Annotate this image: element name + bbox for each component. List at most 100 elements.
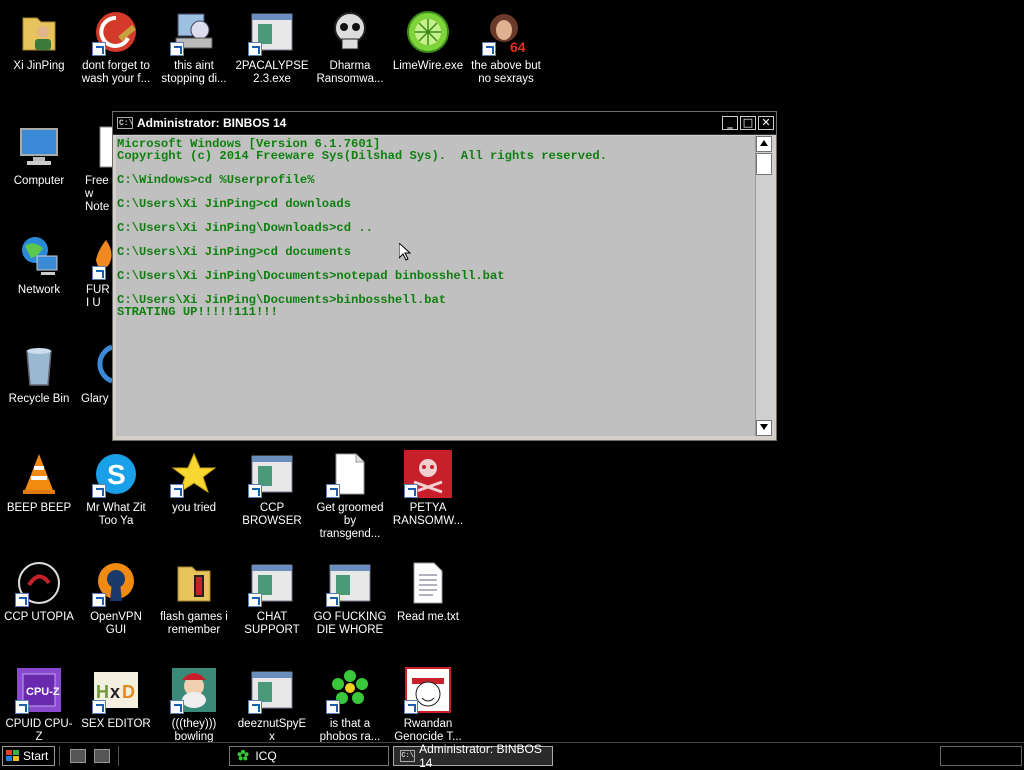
console-window[interactable]: C:\ Administrator: BINBOS 14 _ □ ✕ Micro… — [112, 111, 777, 441]
desktop-icon-label: Xi JinPing — [13, 60, 65, 72]
desktop-icon-freeware-note[interactable]: Freew Note — [78, 117, 119, 214]
maximize-button[interactable]: □ — [740, 116, 756, 130]
desktop-icon-label: deeznutSpyEx — [237, 718, 307, 743]
desktop-icon-ccleaner[interactable]: dont forget to wash your f... — [77, 2, 155, 86]
desktop-icon-read-me[interactable]: Read me.txt — [389, 553, 467, 624]
quicklaunch-explorer-icon[interactable] — [94, 748, 111, 763]
close-button[interactable]: ✕ — [758, 116, 774, 130]
console-output[interactable]: Microsoft Windows [Version 6.1.7601] Copy… — [116, 136, 756, 436]
arrow-up-icon — [760, 140, 768, 146]
desktop-icon-2pacalypse[interactable]: 2PACALYPSE 2.3.exe — [233, 2, 311, 86]
desktop-icon-label: CCP BROWSER — [242, 502, 302, 527]
taskbar-separator — [59, 745, 62, 766]
console-line: C:\Users\Xi JinPing\Documents>notepad bi… — [117, 269, 505, 283]
desktop-icon-label: CCP UTOPIA — [4, 611, 74, 623]
desktop-icon-label: PETYA RANSOMW... — [392, 502, 464, 527]
console-titlebar[interactable]: C:\ Administrator: BINBOS 14 _ □ ✕ — [113, 112, 776, 135]
shortcut-arrow-icon — [92, 266, 106, 280]
vertical-scrollbar[interactable] — [755, 136, 772, 436]
command-prompt-icon: C:\ — [117, 117, 134, 129]
desktop-icon-dharma[interactable]: Dharma Ransomwa... — [311, 2, 389, 86]
desktop-icon-label: you tried — [171, 502, 217, 514]
desktop-icon-flash-games[interactable]: flash games i remember — [155, 553, 233, 637]
svg-text:CPU-Z: CPU-Z — [26, 686, 60, 698]
desktop-icon-label: 2PACALYPSE 2.3.exe — [235, 60, 309, 85]
desktop-icon-label: Glary — [81, 393, 109, 405]
text-file-icon — [413, 562, 443, 604]
desktop-icon-limewire[interactable]: LimeWire.exe — [389, 2, 467, 73]
desktop-icon-go-die[interactable]: GO FUCKING DIE WHORE — [311, 553, 389, 637]
desktop-icon-sex-editor[interactable]: H x D SEX EDITOR — [77, 660, 155, 731]
desktop-icon-label: Network — [17, 284, 61, 296]
taskbar-separator — [118, 745, 121, 766]
desktop-icon-glary[interactable]: Glary — [78, 335, 114, 406]
shortcut-arrow-icon — [326, 700, 340, 714]
desktop-icon-ccp-utopia[interactable]: CCP UTOPIA — [0, 553, 78, 624]
network-icon — [22, 237, 58, 275]
shortcut-arrow-icon — [92, 593, 106, 607]
system-tray[interactable] — [940, 745, 1022, 766]
desktop-icon-computer[interactable]: Computer — [0, 117, 78, 188]
desktop-icon-ccp-browser[interactable]: CCP BROWSER — [233, 444, 311, 528]
svg-text:64: 64 — [510, 39, 526, 55]
desktop-icon-label: this aint stopping di... — [161, 60, 227, 85]
quicklaunch-show-desktop-icon[interactable] — [70, 748, 87, 763]
shortcut-arrow-icon — [170, 700, 184, 714]
taskbar-item-label: ICQ — [255, 748, 277, 763]
desktop-icon-cpu-z[interactable]: CPU-Z CPUID CPU-Z — [0, 660, 78, 744]
desktop: Xi JinPing dont forget to wash your f...… — [0, 0, 1024, 744]
desktop-icon-petya[interactable]: PETYA RANSOMW... — [389, 444, 467, 528]
desktop-icon-label: is that a phobos ra... — [319, 718, 381, 743]
desktop-icon-recycle-bin[interactable]: Recycle Bin — [0, 335, 78, 406]
desktop-icon-xi-jinping[interactable]: Xi JinPing — [0, 2, 78, 73]
shortcut-arrow-icon — [248, 484, 262, 498]
desktop-icon-skype[interactable]: S Mr What Zit Too Ya — [77, 444, 155, 528]
shortcut-arrow-icon — [248, 700, 262, 714]
shortcut-arrow-icon — [170, 42, 184, 56]
shortcut-arrow-icon — [248, 593, 262, 607]
scroll-down-button[interactable] — [756, 420, 772, 436]
desktop-icon-get-groomed[interactable]: Get groomed by transgend... — [311, 444, 389, 541]
desktop-icon-furi[interactable]: FURI U — [78, 226, 114, 310]
limewire-icon — [407, 11, 449, 53]
desktop-icon-no-sexrays[interactable]: 64 the above but no sexrays — [467, 2, 545, 86]
desktop-icon-phobos[interactable]: is that a phobos ra... — [311, 660, 389, 744]
taskbar: Start ICQ C:\ Administrator: BINBOS 14 — [0, 742, 1024, 770]
desktop-icon-rwandan[interactable]: Rwandan Genocide T... — [389, 660, 467, 744]
desktop-icon-network[interactable]: Network — [0, 226, 78, 297]
svg-text:S: S — [107, 459, 126, 490]
mouse-cursor-icon — [399, 243, 411, 261]
desktop-icon-label: Read me.txt — [397, 611, 459, 623]
desktop-icon-label: Recycle Bin — [8, 393, 70, 405]
desktop-icon-they-bowling[interactable]: (((they))) bowling — [155, 660, 233, 744]
user-folder-icon — [22, 17, 56, 51]
desktop-icon-chat-support[interactable]: CHAT SUPPORT — [233, 553, 311, 637]
taskbar-item-icq[interactable]: ICQ — [229, 745, 390, 766]
arrow-down-icon — [760, 424, 768, 430]
desktop-icon-openvpn[interactable]: OpenVPN GUI — [77, 553, 155, 637]
shortcut-arrow-icon — [248, 42, 262, 56]
desktop-icon-beep-beep[interactable]: BEEP BEEP — [0, 444, 78, 515]
desktop-icon-this-aint-stopping[interactable]: this aint stopping di... — [155, 2, 233, 86]
desktop-icon-label: Mr What Zit Too Ya — [86, 502, 146, 527]
desktop-icon-label: Get groomed by transgend... — [316, 502, 384, 540]
start-button[interactable]: Start — [2, 745, 56, 766]
scroll-up-button[interactable] — [756, 136, 772, 152]
shortcut-arrow-icon — [326, 484, 340, 498]
desktop-icon-label: CPUID CPU-Z — [5, 718, 73, 743]
minimize-button[interactable]: _ — [722, 116, 738, 130]
desktop-icon-label: Freew Note — [85, 175, 110, 213]
shortcut-arrow-icon — [482, 42, 496, 56]
console-line: C:\Windows>cd %Userprofile% — [117, 173, 315, 187]
shortcut-arrow-icon — [326, 593, 340, 607]
shortcut-arrow-icon — [404, 484, 418, 498]
taskbar-item-console[interactable]: C:\ Administrator: BINBOS 14 — [393, 742, 554, 770]
scroll-thumb[interactable] — [756, 153, 772, 175]
desktop-icon-label: FURI U — [86, 284, 110, 309]
desktop-icon-you-tried[interactable]: you tried — [155, 444, 233, 515]
shortcut-arrow-icon — [170, 484, 184, 498]
desktop-icon-label: SEX EDITOR — [81, 718, 151, 730]
desktop-icon-deeznutspyex[interactable]: deeznutSpyEx — [233, 660, 311, 744]
console-line: Copyright (c) 2014 Freeware Sys(Dilshad … — [117, 149, 608, 163]
vlc-cone-icon — [23, 454, 55, 494]
